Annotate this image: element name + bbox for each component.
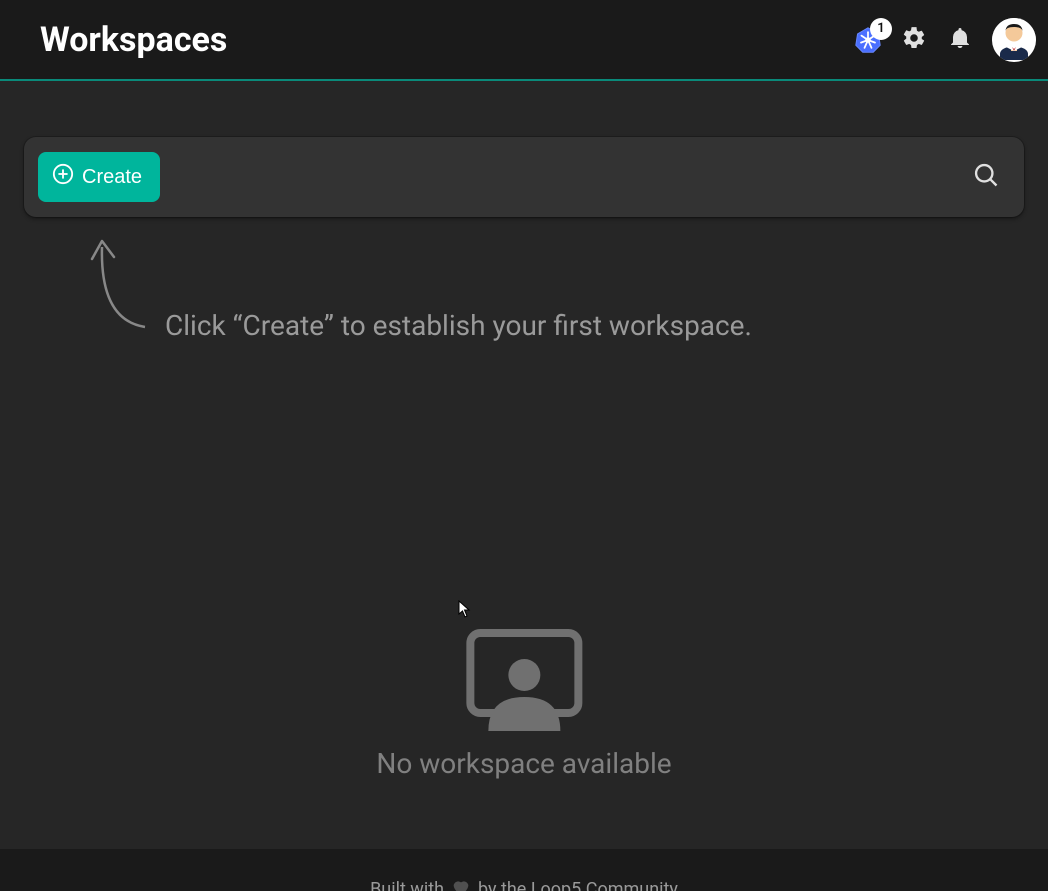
empty-text: No workspace available — [376, 747, 671, 780]
empty-state: No workspace available — [376, 627, 671, 780]
create-button-label: Create — [82, 166, 142, 189]
app-header: Workspaces 1 — [0, 0, 1048, 81]
avatar-icon — [992, 18, 1036, 62]
footer-prefix: Built with — [370, 879, 444, 891]
plus-circle-icon — [52, 163, 74, 191]
content-area: Create Click “Create” to establish your … — [0, 81, 1048, 841]
hint-text: Click “Create” to establish your first w… — [165, 309, 1048, 342]
cluster-button[interactable]: 1 — [854, 26, 882, 54]
footer-suffix: by the Loop5 Community — [478, 879, 678, 891]
search-icon — [972, 161, 1000, 193]
heart-icon — [450, 876, 472, 891]
cluster-count-badge: 1 — [870, 18, 892, 40]
arrow-up-curve-icon — [80, 320, 160, 339]
notifications-button[interactable] — [946, 26, 974, 54]
search-button[interactable] — [970, 161, 1002, 193]
user-avatar[interactable] — [992, 18, 1036, 62]
empty-workspace-icon — [464, 627, 584, 747]
footer: Built with by the Loop5 Community — [0, 849, 1048, 891]
toolbar: Create — [24, 137, 1024, 217]
settings-button[interactable] — [900, 26, 928, 54]
onboarding-hint: Click “Create” to establish your first w… — [80, 235, 1048, 342]
bell-icon — [948, 26, 972, 54]
page-title: Workspaces — [40, 20, 227, 60]
content-inner: Create Click “Create” to establish your … — [0, 137, 1048, 891]
gear-icon — [901, 25, 927, 55]
header-actions: 1 — [854, 18, 1036, 62]
create-button[interactable]: Create — [38, 152, 160, 202]
